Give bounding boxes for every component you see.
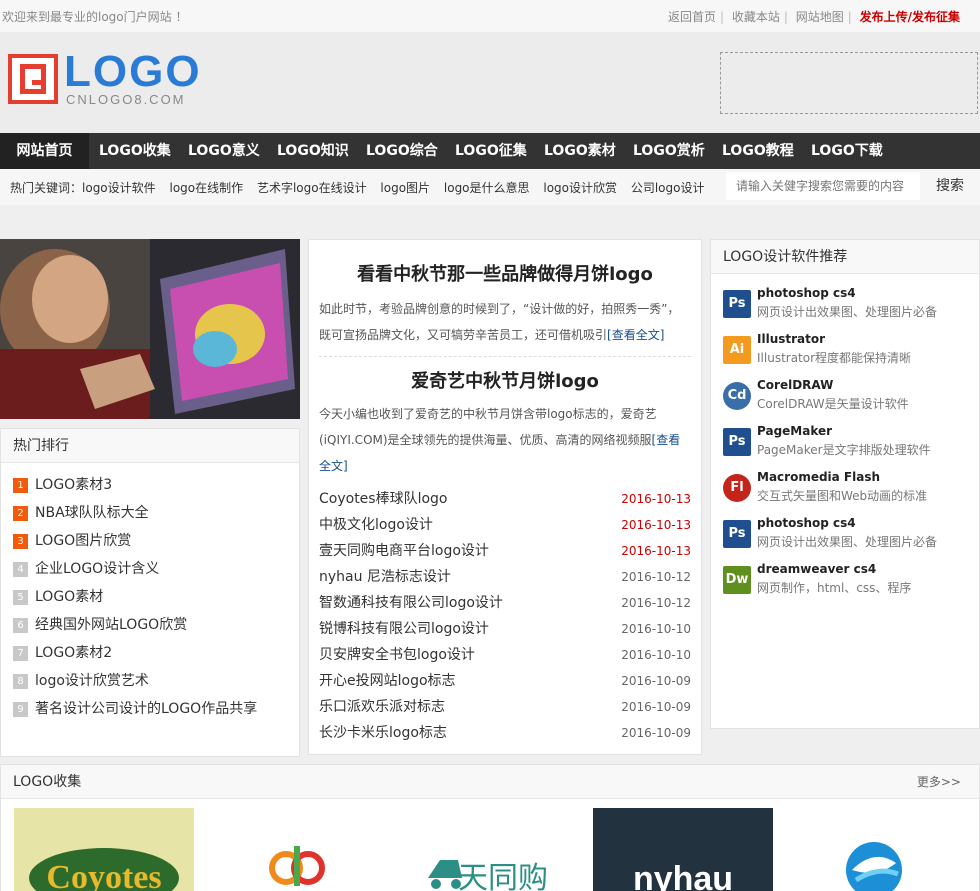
list-item[interactable]: Ps PageMaker PageMaker是文字排版处理软件: [723, 424, 973, 464]
nav-logo-tutorial[interactable]: LOGO教程: [722, 133, 794, 169]
nav-logo-contest[interactable]: LOGO征集: [455, 133, 527, 169]
search-button[interactable]: 搜索: [926, 172, 974, 200]
featured-desc-2: 今天小编也收到了爱奇艺的中秋节月饼含带logo标志的，爱奇艺(iQIYI.COM…: [319, 407, 681, 473]
nav-home[interactable]: 网站首页: [0, 133, 89, 169]
hot-keyword[interactable]: logo设计欣赏: [543, 181, 617, 195]
table-row[interactable]: 智数通科技有限公司logo设计 2016-10-12: [319, 590, 691, 616]
main-nav: 网站首页 LOGO收集 LOGO意义 LOGO知识 LOGO综合 LOGO征集 …: [0, 133, 980, 169]
table-row[interactable]: 锐博科技有限公司logo设计 2016-10-10: [319, 616, 691, 642]
list-item[interactable]: Dw dreamweaver cs4 网页制作，html、css、程序: [723, 562, 973, 602]
nav-logo-material[interactable]: LOGO素材: [544, 133, 616, 169]
list-item[interactable]: Ps photoshop cs4 网页设计出效果图、处理图片必备: [723, 286, 973, 326]
list-item[interactable]: Ps photoshop cs4 网页设计出效果图、处理图片必备: [723, 516, 973, 556]
hot-keyword[interactable]: logo在线制作: [169, 181, 243, 195]
ranking-title: 热门排行: [1, 429, 299, 463]
list-item[interactable]: 2 NBA球队队标大全: [11, 499, 289, 527]
logo-subtext: CNLOGO8.COM: [66, 92, 186, 107]
list-item[interactable]: 5 LOGO素材: [11, 583, 289, 611]
featured-photo[interactable]: [0, 239, 300, 419]
read-more-link[interactable]: [查看全文]: [607, 328, 664, 342]
hot-keyword[interactable]: logo设计软件: [82, 181, 156, 195]
hot-keyword[interactable]: 艺术字logo在线设计: [257, 181, 367, 195]
dreamweaver-icon: Dw: [723, 566, 751, 594]
ad-placeholder: [720, 52, 978, 114]
welcome-text: 欢迎来到最专业的logo门户网站 ！: [2, 10, 188, 24]
thumb-tiantonggou[interactable]: 天同购: [400, 808, 580, 891]
nav-logo-download[interactable]: LOGO下载: [811, 133, 883, 169]
thumb-zhishutong[interactable]: [786, 808, 966, 891]
search-input[interactable]: [726, 172, 920, 200]
pagemaker-icon: Ps: [723, 428, 751, 456]
list-item[interactable]: 3 LOGO图片欣赏: [11, 527, 289, 555]
table-row[interactable]: 乐口派欢乐派对标志 2016-10-09: [319, 694, 691, 720]
ranking-list: 1 LOGO素材3 2 NBA球队队标大全 3 LOGO图片欣赏 4 企业LOGO设计含…: [1, 463, 299, 731]
list-item[interactable]: 9 著名设计公司设计的LOGO作品共享: [11, 695, 289, 723]
top-bar: 欢迎来到最专业的logo门户网站 ！ 返回首页 | 收藏本站 | 网站地图 | 发布上…: [0, 0, 980, 32]
featured-title-1[interactable]: 看看中秋节那一些品牌做得月饼logo: [309, 260, 701, 286]
logo-icon[interactable]: [8, 54, 58, 104]
table-row[interactable]: nyhau 尼浩标志设计 2016-10-12: [319, 564, 691, 590]
tiantonggou-logo-icon: 天同购: [428, 860, 548, 891]
hot-keyword[interactable]: logo是什么意思: [444, 181, 530, 195]
zhishutong-logo-icon: [846, 842, 902, 891]
featured-desc-1: 如此时节，考验品牌创意的时候到了，“设计做的好，拍照秀一秀”，既可宣扬品牌文化，…: [319, 302, 680, 342]
list-item[interactable]: Cd CorelDRAW CorelDRAW是矢量设计软件: [723, 378, 973, 418]
software-panel: LOGO设计软件推荐 Ps photoshop cs4 网页设计出效果图、处理图…: [710, 239, 980, 729]
header: LOGO CNLOGO8.COM: [0, 32, 980, 133]
svg-text:nyhau: nyhau: [633, 860, 733, 891]
coreldraw-icon: Cd: [723, 382, 751, 410]
collection-header: LOGO收集 更多>>: [1, 765, 979, 799]
nav-logo-appreciation[interactable]: LOGO赏析: [633, 133, 705, 169]
table-row[interactable]: 壹天同购电商平台logo设计 2016-10-13: [319, 538, 691, 564]
photoshop-icon: Ps: [723, 520, 751, 548]
thumb-zhongji[interactable]: [208, 808, 388, 891]
table-row[interactable]: 中极文化logo设计 2016-10-13: [319, 512, 691, 538]
hot-keyword[interactable]: 公司logo设计: [631, 181, 705, 195]
zhongji-logo-icon: [269, 846, 325, 886]
nav-logo-knowledge[interactable]: LOGO知识: [277, 133, 349, 169]
list-item[interactable]: Fl Macromedia Flash 交互式矢量图和Web动画的标准: [723, 470, 973, 510]
top-link-sitemap[interactable]: 网站地图: [796, 10, 844, 24]
nav-logo-general[interactable]: LOGO综合: [366, 133, 438, 169]
top-link-bookmark[interactable]: 收藏本站: [732, 10, 780, 24]
hot-keyword[interactable]: logo图片: [380, 181, 430, 195]
software-title: LOGO设计软件推荐: [711, 240, 979, 274]
top-link-publish[interactable]: 发布上传/发布征集: [860, 10, 960, 24]
svg-text:天同购: 天同购: [458, 861, 548, 891]
featured-title-2[interactable]: 爱奇艺中秋节月饼logo: [309, 367, 701, 393]
list-item[interactable]: 4 企业LOGO设计含义: [11, 555, 289, 583]
list-item[interactable]: 6 经典国外网站LOGO欣赏: [11, 611, 289, 639]
thumb-nyhau[interactable]: nyhau: [593, 808, 773, 891]
thumb-coyotes[interactable]: Coyotes: [14, 808, 194, 891]
logo-text[interactable]: LOGO: [64, 47, 202, 97]
collection-more-link[interactable]: 更多>>: [917, 765, 961, 799]
nyhau-logo-icon: nyhau: [593, 808, 773, 891]
table-row[interactable]: 长沙卡米乐logo标志 2016-10-09: [319, 720, 691, 746]
nav-logo-meaning[interactable]: LOGO意义: [188, 133, 260, 169]
list-item[interactable]: 7 LOGO素材2: [11, 639, 289, 667]
list-item[interactable]: 8 logo设计欣赏艺术: [11, 667, 289, 695]
flash-icon: Fl: [723, 474, 751, 502]
list-item[interactable]: Ai Illustrator Illustrator程度都能保持清晰: [723, 332, 973, 372]
collection-title: LOGO收集: [13, 774, 82, 790]
designer-photo-icon: [0, 239, 300, 419]
table-row[interactable]: Coyotes棒球队logo 2016-10-13: [319, 486, 691, 512]
hot-label: 热门关键词：: [10, 181, 83, 195]
ranking-panel: 热门排行 1 LOGO素材3 2 NBA球队队标大全 3 LOGO图片欣赏 4 企业LO…: [0, 428, 300, 757]
svg-text:Coyotes: Coyotes: [46, 859, 161, 891]
top-link-home[interactable]: 返回首页: [668, 10, 716, 24]
featured-panel: 看看中秋节那一些品牌做得月饼logo 如此时节，考验品牌创意的时候到了，“设计做…: [308, 239, 702, 755]
photoshop-icon: Ps: [723, 290, 751, 318]
list-item[interactable]: 1 LOGO素材3: [11, 471, 289, 499]
illustrator-icon: Ai: [723, 336, 751, 364]
table-row[interactable]: 贝安牌安全书包logo设计 2016-10-10: [319, 642, 691, 668]
nav-logo-collect[interactable]: LOGO收集: [99, 133, 171, 169]
top-links: 返回首页 | 收藏本站 | 网站地图 | 发布上传/发布征集: [667, 10, 960, 24]
table-row[interactable]: 开心e投网站logo标志 2016-10-09: [319, 668, 691, 694]
coyotes-logo-icon: Coyotes: [14, 808, 194, 891]
